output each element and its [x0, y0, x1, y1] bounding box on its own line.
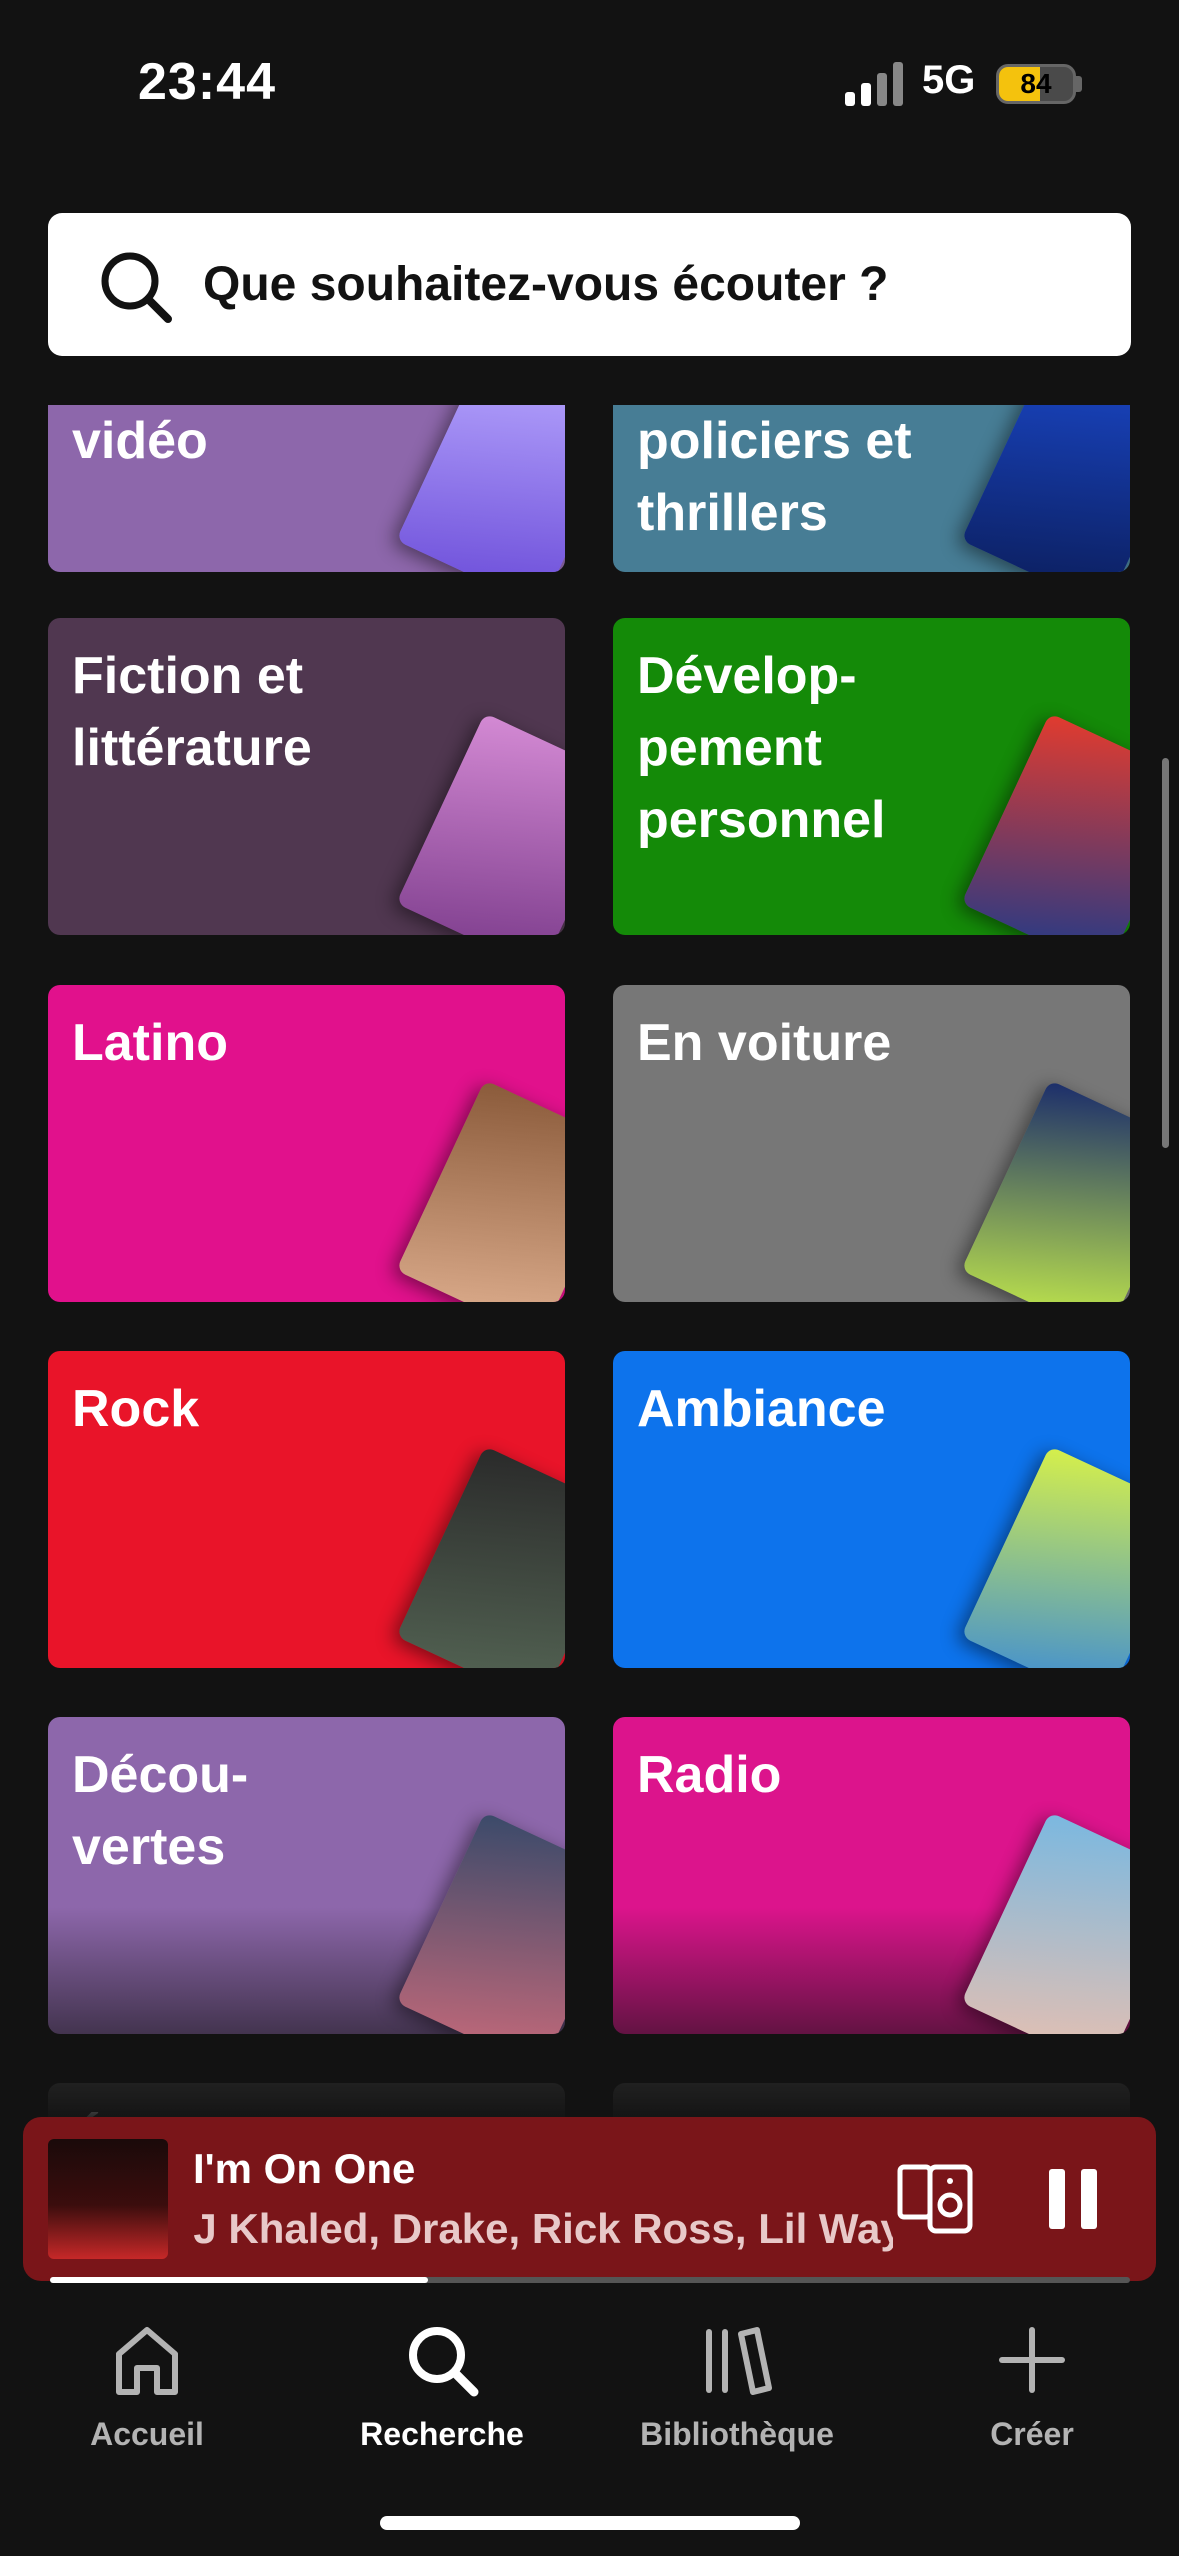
signal-icon	[845, 62, 903, 106]
category-label: Ambiance	[637, 1380, 886, 1438]
pause-icon[interactable]	[1043, 2167, 1103, 2231]
category-artwork	[961, 713, 1130, 935]
status-bar: 23:44 5G 84	[0, 0, 1179, 175]
category-artwork	[961, 1812, 1130, 2034]
mini-player[interactable]: I'm On One DJ Khaled, Drake, Rick Ross, …	[23, 2117, 1156, 2281]
category-label: Latino	[72, 1014, 228, 1072]
nav-search[interactable]: Recherche	[332, 2320, 552, 2453]
nav-create-label: Créer	[990, 2416, 1074, 2452]
category-artwork	[396, 713, 565, 935]
nav-home-label: Accueil	[90, 2416, 204, 2452]
connect-device-icon[interactable]	[896, 2161, 976, 2237]
category-artwork	[961, 405, 1130, 572]
home-indicator	[380, 2516, 800, 2530]
artist-marquee: DJ Khaled, Drake, Rick Ross, Lil Wayne	[193, 2205, 893, 2261]
search-icon	[409, 2327, 479, 2397]
category-tile[interactable]: Latino	[48, 985, 565, 1302]
category-artwork	[396, 405, 565, 572]
album-cover	[48, 2139, 168, 2259]
status-time: 23:44	[138, 53, 276, 111]
battery-icon: 84	[996, 64, 1076, 104]
nav-library-label: Bibliothèque	[640, 2416, 834, 2452]
category-label: Dévelop- pement personnel	[637, 647, 886, 849]
nav-search-label: Recherche	[360, 2416, 524, 2452]
category-tile[interactable]: En voiture	[613, 985, 1130, 1302]
nav-library[interactable]: Bibliothèque	[627, 2320, 847, 2453]
category-tile[interactable]: Rock	[48, 1351, 565, 1668]
search-bar[interactable]: Que souhaitez-vous écouter ?	[48, 213, 1131, 356]
category-label: Rock	[72, 1380, 200, 1438]
category-tile[interactable]: Dévelop- pement personnel	[613, 618, 1130, 935]
category-tile[interactable]: Fiction et littérature	[48, 618, 565, 935]
track-artists: DJ Khaled, Drake, Rick Ross, Lil Wayne	[193, 2205, 893, 2252]
category-tile[interactable]: Ambiance	[613, 1351, 1130, 1668]
search-icon	[101, 252, 172, 323]
bottom-nav: Accueil Recherche Bibliothèque Créer	[0, 2290, 1179, 2556]
category-artwork	[396, 1812, 565, 2034]
home-icon	[116, 2327, 178, 2395]
category-grid: vidéo policiers et thrillers Fiction et li…	[0, 405, 1179, 2125]
library-icon	[706, 2327, 772, 2395]
battery-cap	[1076, 76, 1082, 92]
category-label: Radio	[637, 1746, 782, 1804]
category-label: En voiture	[637, 1014, 892, 1072]
category-artwork	[961, 1080, 1130, 1302]
category-tile[interactable]: vidéo	[48, 405, 565, 572]
battery-level: 84	[1020, 68, 1052, 99]
scroll-fade	[0, 2045, 1179, 2125]
category-artwork	[396, 1080, 565, 1302]
category-tile[interactable]: Décou- vertes	[48, 1717, 565, 2034]
plus-icon	[999, 2327, 1065, 2393]
category-label: Décou- vertes	[72, 1746, 249, 1876]
category-artwork	[396, 1446, 565, 1668]
search-placeholder: Que souhaitez-vous écouter ?	[203, 258, 889, 311]
nav-home[interactable]: Accueil	[37, 2320, 257, 2453]
track-title: I'm On One	[193, 2145, 416, 2192]
scrollbar[interactable]	[1162, 758, 1169, 1148]
category-label: policiers et thrillers	[637, 412, 912, 542]
network-label: 5G	[922, 58, 976, 102]
nav-create[interactable]: Créer	[922, 2320, 1142, 2453]
category-tile[interactable]: Radio	[613, 1717, 1130, 2034]
category-label: vidéo	[72, 412, 208, 470]
category-label: Fiction et littérature	[72, 647, 312, 777]
playback-progress[interactable]	[50, 2277, 1130, 2283]
category-tile[interactable]: policiers et thrillers	[613, 405, 1130, 572]
category-artwork	[961, 1446, 1130, 1668]
